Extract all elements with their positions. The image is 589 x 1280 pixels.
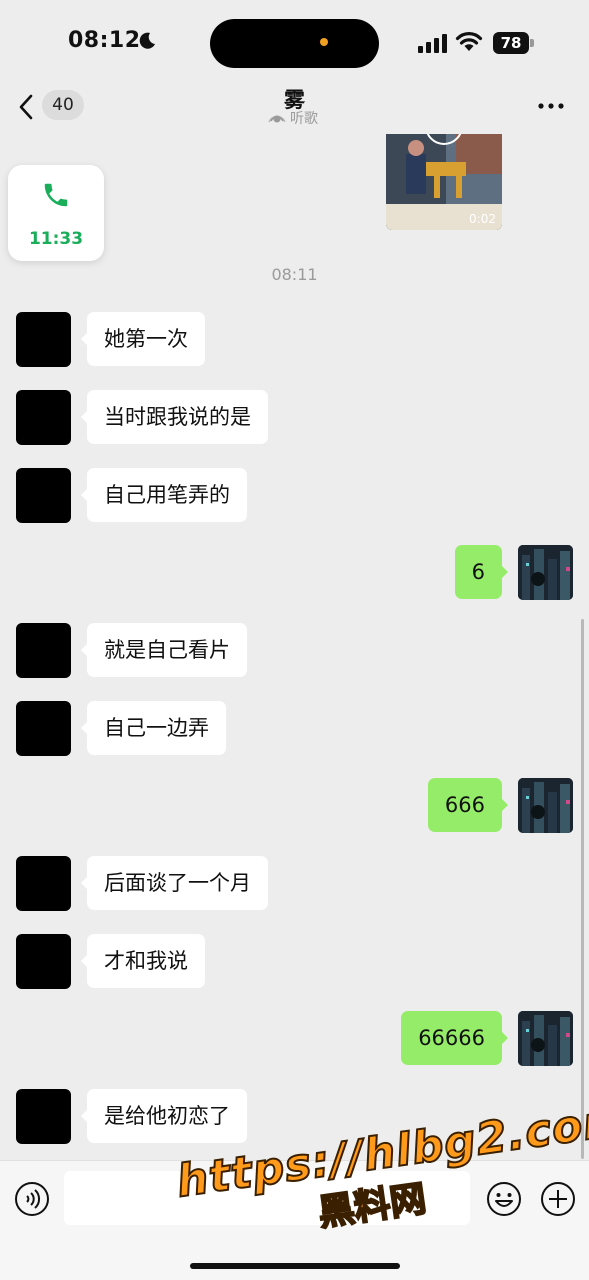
message-bubble-incoming[interactable]: 是给他初恋了 bbox=[81, 1089, 247, 1143]
contact-avatar[interactable] bbox=[16, 934, 71, 989]
contact-avatar[interactable] bbox=[16, 701, 71, 756]
voice-call-card[interactable]: 11:33 bbox=[8, 165, 104, 261]
message-bubble-incoming[interactable]: 她第一次 bbox=[81, 312, 205, 366]
contact-avatar[interactable] bbox=[16, 856, 71, 911]
self-avatar[interactable] bbox=[518, 1011, 573, 1066]
signal-icon bbox=[418, 34, 447, 53]
chat-header: 40 雾 听歌 bbox=[0, 86, 589, 134]
message-bubble-outgoing[interactable]: 66666 bbox=[401, 1011, 508, 1065]
dynamic-island bbox=[210, 19, 379, 68]
battery-tip bbox=[530, 39, 534, 47]
scrollbar[interactable] bbox=[581, 619, 584, 1159]
contact-avatar[interactable] bbox=[16, 623, 71, 678]
voice-icon[interactable] bbox=[14, 1181, 50, 1217]
message-bubble-outgoing[interactable]: 666 bbox=[427, 778, 509, 832]
self-avatar[interactable] bbox=[518, 545, 573, 600]
self-avatar-image bbox=[518, 1011, 573, 1066]
phone-icon bbox=[44, 183, 68, 207]
battery-indicator: 78 bbox=[493, 32, 529, 54]
contact-avatar[interactable] bbox=[16, 312, 71, 367]
message-bubble-incoming[interactable]: 就是自己看片 bbox=[81, 623, 247, 677]
moon-icon bbox=[139, 32, 155, 49]
island-indicator-dot bbox=[320, 38, 328, 46]
message-list[interactable]: 0:02 11:33 08:11 她第一次 当时跟我说的是 自己用笔弄的 6 就… bbox=[0, 134, 589, 1160]
battery-level: 78 bbox=[500, 34, 522, 52]
message-bubble-incoming[interactable]: 自己用笔弄的 bbox=[81, 468, 247, 522]
message-timestamp: 08:11 bbox=[271, 265, 318, 284]
message-bubble-incoming[interactable]: 当时跟我说的是 bbox=[81, 390, 268, 444]
contact-avatar[interactable] bbox=[16, 1089, 71, 1144]
message-bubble-incoming[interactable]: 后面谈了一个月 bbox=[81, 856, 268, 910]
self-avatar[interactable] bbox=[518, 778, 573, 833]
message-bubble-incoming[interactable]: 自己一边弄 bbox=[81, 701, 226, 755]
contact-avatar[interactable] bbox=[16, 468, 71, 523]
home-indicator[interactable] bbox=[190, 1263, 400, 1269]
more-icon[interactable] bbox=[538, 102, 564, 110]
listening-icon bbox=[268, 115, 286, 123]
call-duration: 11:33 bbox=[28, 229, 84, 249]
status-bar: 08:12 78 bbox=[0, 0, 589, 86]
message-bubble-outgoing[interactable]: 6 bbox=[454, 545, 509, 599]
video-message[interactable]: 0:02 bbox=[386, 134, 502, 230]
self-avatar-image bbox=[518, 778, 573, 833]
status-time: 08:12 bbox=[68, 28, 141, 53]
message-bubble-incoming[interactable]: 才和我说 bbox=[81, 934, 205, 988]
listening-label: 听歌 bbox=[290, 111, 318, 127]
wifi-icon bbox=[455, 32, 483, 51]
self-avatar-image bbox=[518, 545, 573, 600]
video-duration: 0:02 bbox=[469, 212, 496, 226]
listening-status: 听歌 bbox=[268, 108, 318, 128]
contact-avatar[interactable] bbox=[16, 390, 71, 445]
